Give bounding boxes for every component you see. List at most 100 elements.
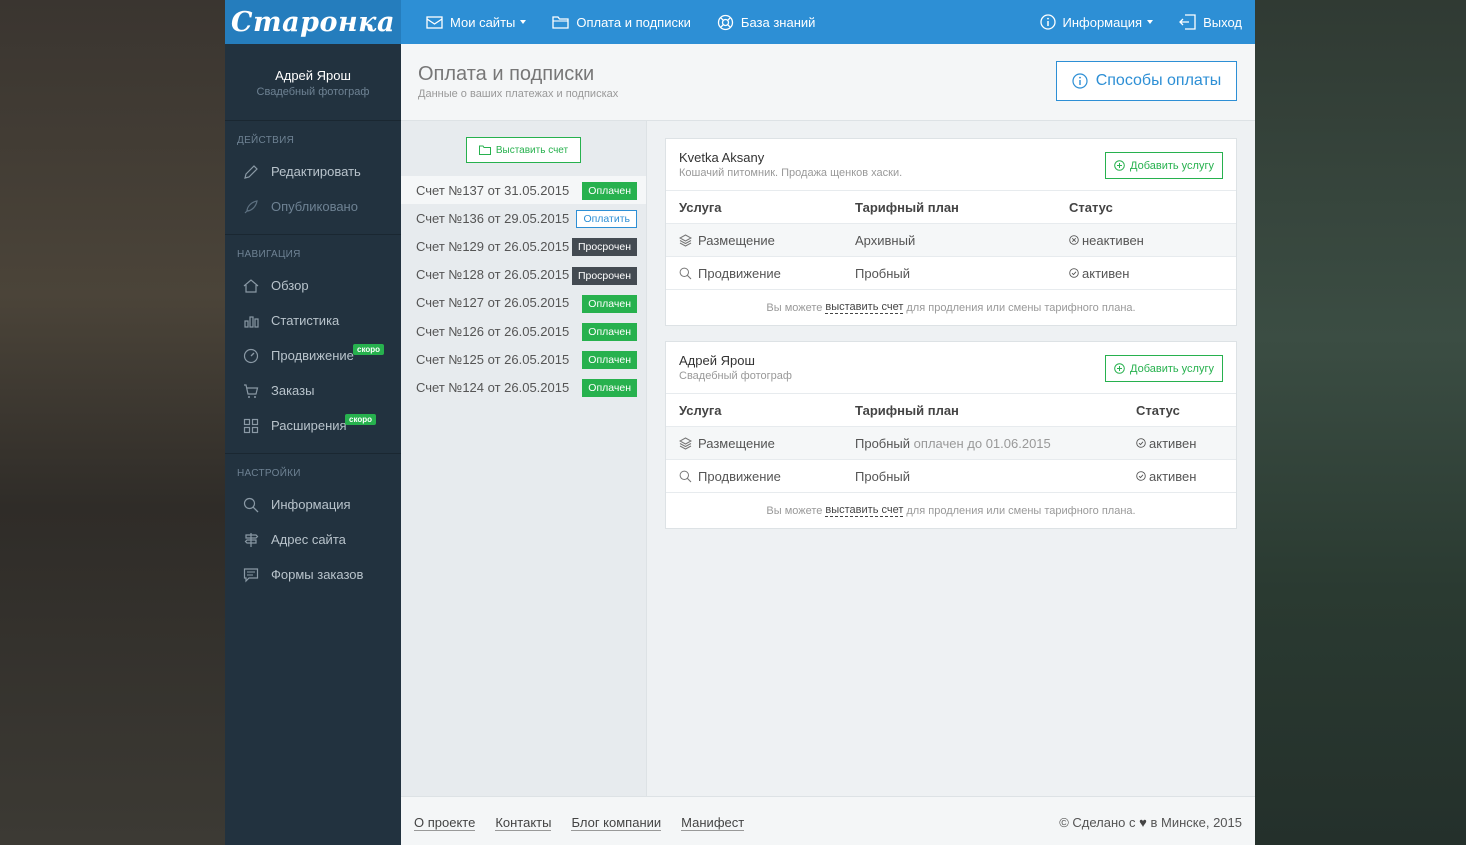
nav-knowledge-base[interactable]: База знаний (717, 14, 816, 31)
service-name: Продвижение (698, 265, 781, 281)
sidebar-item-label: Формы заказов (271, 567, 364, 582)
plan-cell: Архивный (855, 233, 915, 248)
create-invoice-link[interactable]: выставить счет (825, 301, 904, 314)
invoice-row[interactable]: Счет №127 от 26.05.2015 Оплачен (401, 289, 646, 317)
service-cell: Размещение (679, 233, 775, 248)
column-status: Статус (1136, 402, 1180, 418)
status-cell: активен (1136, 436, 1196, 451)
soon-badge: скоро (345, 414, 377, 425)
invoice-row[interactable]: Счет №129 от 26.05.2015 Просрочен (401, 232, 646, 260)
plan-name: Пробный (855, 265, 911, 281)
plan-name: Пробный (855, 468, 911, 484)
nav-right: Информация Выход (1014, 14, 1256, 30)
sidebar-item-address[interactable]: Адрес сайта (225, 522, 401, 557)
status-text: неактивен (1082, 232, 1144, 248)
column-service: Услуга (679, 402, 722, 418)
sidebar-item-overview[interactable]: Обзор (225, 268, 401, 303)
sidebar-item-label: Расширения (271, 418, 347, 433)
check-circle-icon (1136, 438, 1146, 448)
payment-methods-button[interactable]: Способы оплаты (1056, 61, 1237, 101)
status-badge: Оплачен (582, 182, 637, 200)
footer-link-blog[interactable]: Блог компании (571, 815, 662, 831)
invoice-list: Счет №137 от 31.05.2015 Оплачен Счет №136… (401, 176, 646, 402)
sidebar-item-orders[interactable]: Заказы (225, 373, 401, 408)
card-header: Адрей Ярош Свадебный фотограф Добавить у… (666, 342, 1236, 394)
invoice-label: Счет №125 от 26.05.2015 (416, 351, 570, 367)
sidebar-item-promotion[interactable]: Продвижение скоро (225, 338, 401, 373)
invoice-label: Счет №124 от 26.05.2015 (416, 379, 570, 395)
invoice-row[interactable]: Счет №136 от 29.05.2015 Оплатить (401, 204, 646, 232)
sidebar-item-label: Редактировать (271, 164, 361, 179)
layers-icon (679, 233, 692, 247)
status-text: активен (1149, 435, 1197, 451)
background-left (0, 0, 225, 845)
add-service-button[interactable]: Добавить услугу (1105, 355, 1223, 382)
check-circle-icon (1069, 268, 1079, 278)
status-badge: Оплачен (582, 351, 637, 370)
plan-cell: Пробный оплачен до 01.06.2015 (855, 436, 1051, 451)
column-plan: Тарифный план (855, 402, 959, 418)
sidebar-item-published[interactable]: Опубликовано (225, 189, 401, 224)
table-row: Продвижение Пробный активен (666, 257, 1236, 290)
nav-my-sites-label: Мои сайты (450, 14, 516, 30)
note-prefix: Вы можете (766, 301, 823, 314)
invoice-row[interactable]: Счет №128 от 26.05.2015 Просрочен (401, 261, 646, 289)
note-suffix: для продления или смены тарифного плана. (906, 301, 1136, 314)
footer-link-contacts[interactable]: Контакты (495, 815, 552, 831)
sidebar-item-stats[interactable]: Статистика (225, 303, 401, 338)
service-name: Размещение (698, 232, 775, 248)
create-invoice-button[interactable]: Выставить счет (466, 137, 581, 163)
nav-billing[interactable]: Оплата и подписки (552, 15, 691, 30)
sidebar-item-extensions[interactable]: Расширения скоро (225, 408, 401, 443)
plus-circle-icon (1114, 363, 1125, 374)
logo[interactable]: Старонка (225, 0, 401, 44)
info-icon (1039, 14, 1056, 30)
sidebar: Адрей Ярош Свадебный фотограф Действия Р… (225, 44, 401, 845)
footer-link-manifest[interactable]: Манифест (681, 815, 745, 831)
status-text: активен (1082, 265, 1130, 281)
add-service-button[interactable]: Добавить услугу (1105, 152, 1223, 179)
add-service-label: Добавить услугу (1130, 159, 1214, 172)
create-invoice-link[interactable]: выставить счет (825, 504, 904, 517)
nav-billing-label: Оплата и подписки (576, 14, 691, 30)
lifebuoy-icon (717, 14, 734, 30)
invoice-row[interactable]: Счет №124 от 26.05.2015 Оплачен (401, 373, 646, 401)
status-badge: Оплачен (582, 322, 637, 341)
nav-logout[interactable]: Выход (1179, 14, 1242, 30)
footer-link-about[interactable]: О проекте (414, 815, 476, 831)
sidebar-item-label: Продвижение (271, 348, 354, 363)
sidebar-item-label: Заказы (271, 383, 315, 398)
plan-name: Пробный (855, 435, 911, 451)
invoice-row[interactable]: Счет №125 от 26.05.2015 Оплачен (401, 345, 646, 373)
invoice-label: Счет №137 от 31.05.2015 (416, 182, 570, 198)
rocket-icon (244, 199, 258, 213)
nav-my-sites[interactable]: Мои сайты (426, 14, 527, 30)
background-right (1255, 0, 1466, 845)
plan-cell: Пробный (855, 266, 910, 281)
invoice-label: Счет №128 от 26.05.2015 (416, 267, 570, 283)
soon-badge: скоро (353, 344, 385, 355)
sidebar-item-forms[interactable]: Формы заказов (225, 557, 401, 592)
folder-icon (552, 16, 570, 29)
invoice-row[interactable]: Счет №126 от 26.05.2015 Оплачен (401, 317, 646, 345)
note-prefix: Вы можете (766, 504, 823, 517)
heart-icon: ♥ (1139, 815, 1147, 830)
invoice-row[interactable]: Счет №137 от 31.05.2015 Оплачен (401, 176, 646, 205)
sidebar-item-edit[interactable]: Редактировать (225, 154, 401, 189)
plan-name: Архивный (855, 232, 916, 248)
service-cell: Продвижение (679, 266, 781, 281)
caret-down-icon (1147, 20, 1154, 24)
envelope-icon (426, 15, 443, 29)
service-cell: Продвижение (679, 469, 781, 484)
nav-knowledge-label: База знаний (740, 14, 816, 30)
copyright-prefix: © Сделано с (1059, 815, 1136, 830)
folder-icon (478, 145, 491, 155)
check-circle-icon (1136, 471, 1146, 481)
sidebar-section-actions: Действия Редактировать Опубликовано (225, 121, 401, 235)
sidebar-item-info[interactable]: Информация (225, 487, 401, 522)
home-icon (243, 278, 259, 293)
status-badge: Просрочен (571, 266, 637, 285)
pay-button[interactable]: Оплатить (576, 210, 637, 229)
nav-info-label: Информация (1062, 14, 1143, 30)
nav-info[interactable]: Информация (1039, 14, 1154, 30)
